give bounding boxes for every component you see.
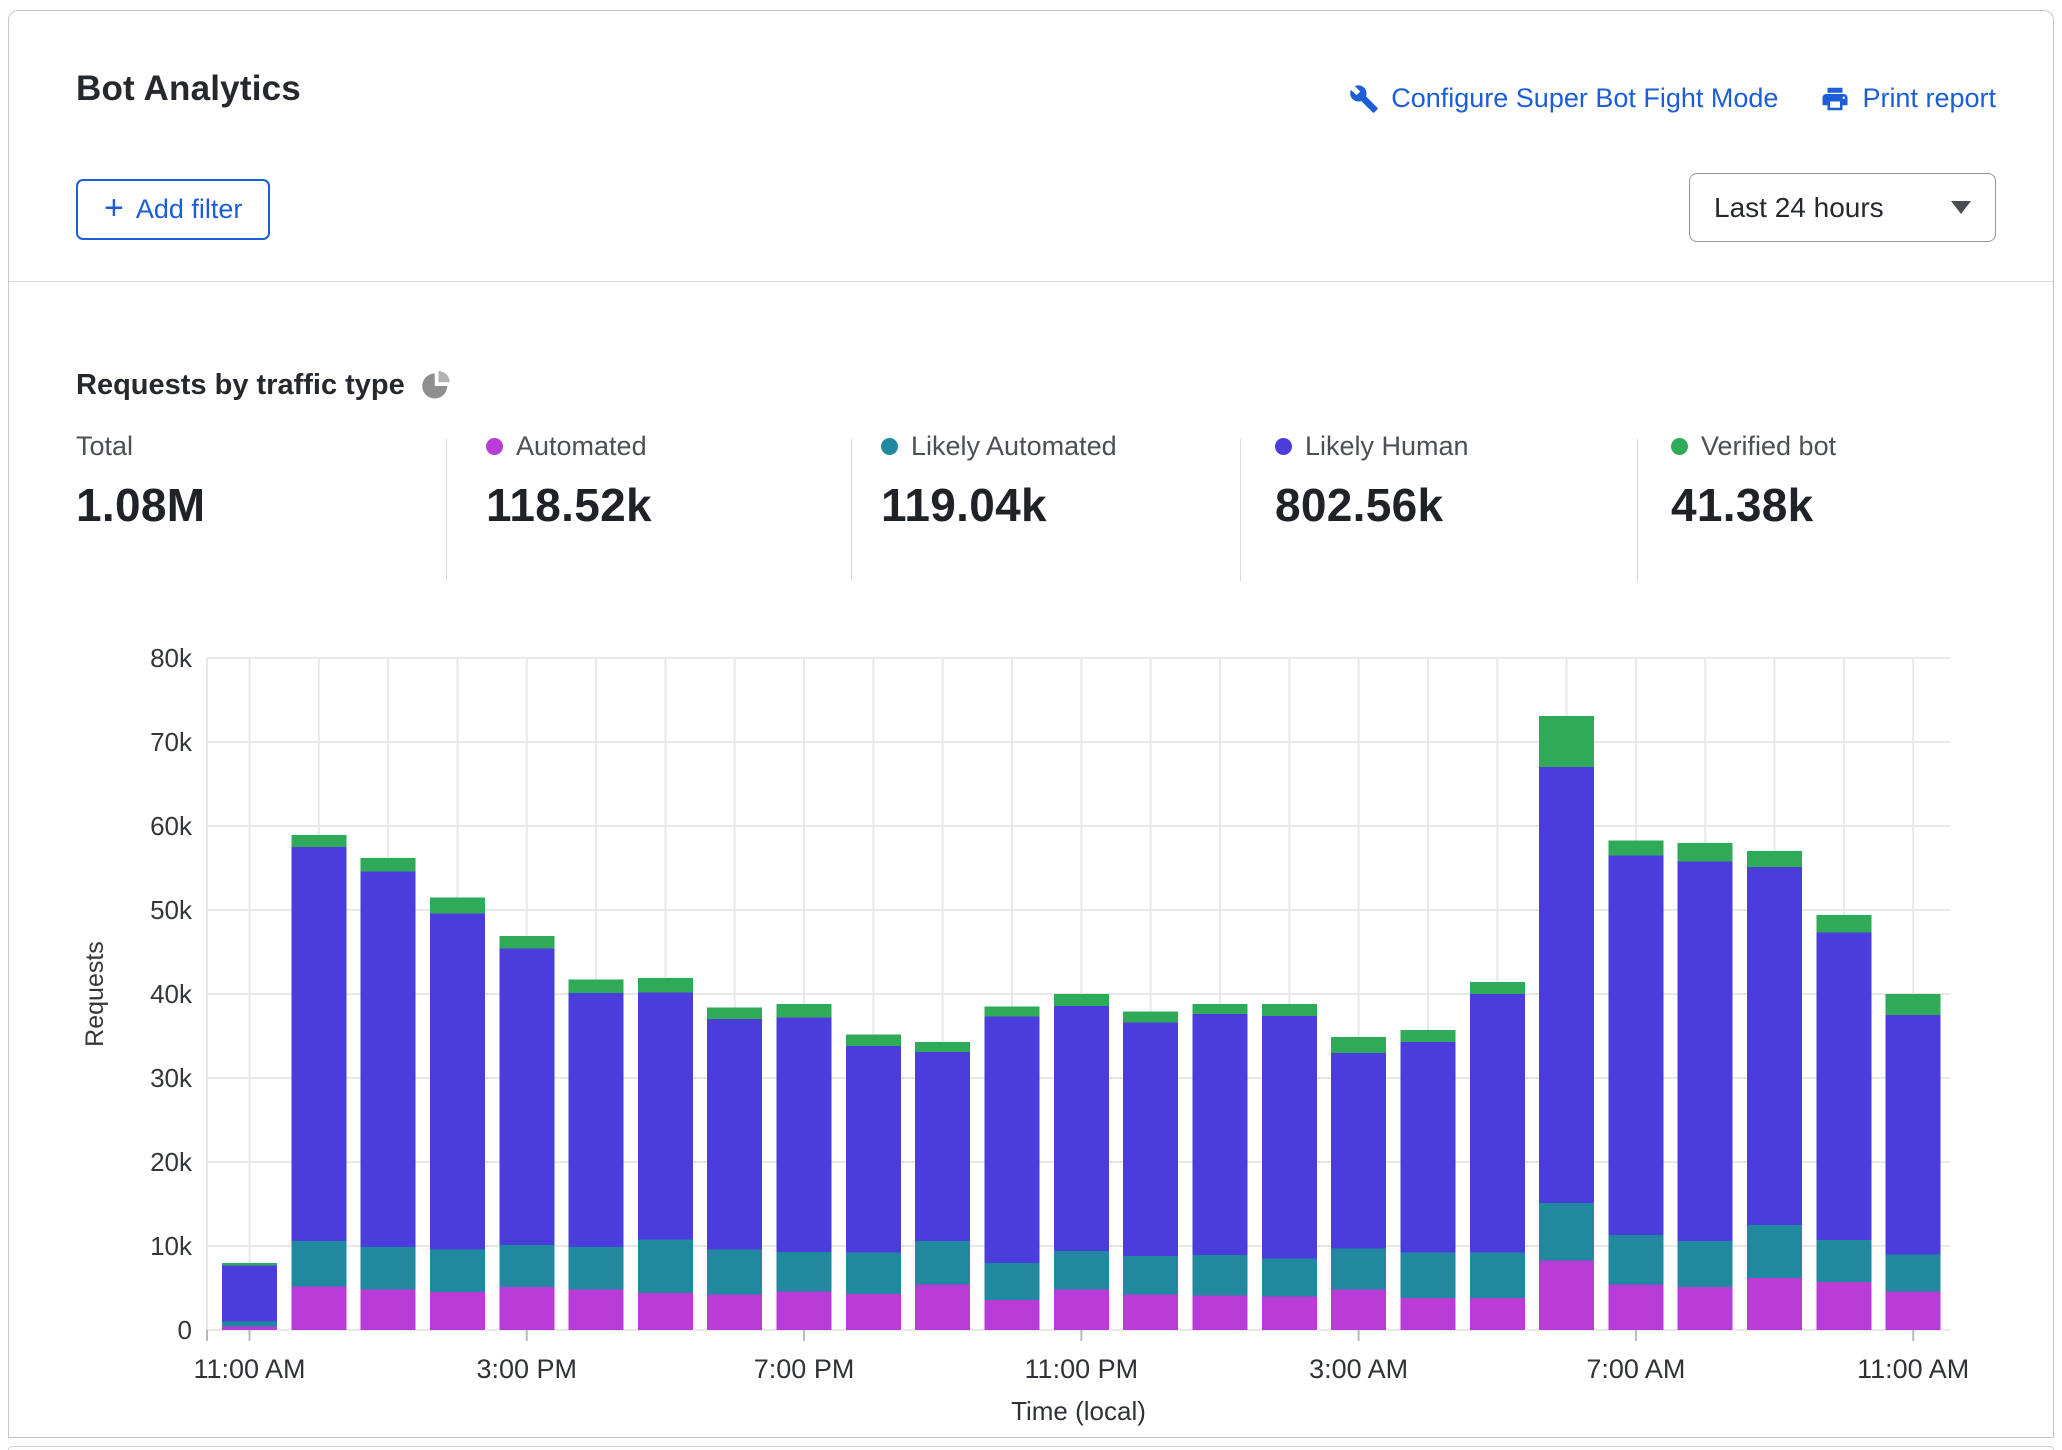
stat-automated-value: 118.52k bbox=[486, 478, 652, 532]
bar-11-00-am bbox=[222, 1263, 277, 1330]
svg-text:Requests: Requests bbox=[81, 941, 109, 1047]
configure-link-label: Configure Super Bot Fight Mode bbox=[1391, 83, 1778, 114]
bar-3-00-pm bbox=[499, 936, 554, 1330]
svg-text:Time (local): Time (local) bbox=[1011, 1396, 1146, 1426]
stat-divider bbox=[1637, 439, 1638, 581]
bar-12-00-pm bbox=[291, 835, 346, 1330]
svg-text:50k: 50k bbox=[150, 895, 193, 925]
verified-bot-dot-icon bbox=[1671, 438, 1688, 455]
add-filter-button[interactable]: + Add filter bbox=[76, 179, 270, 240]
bar-1-00-am bbox=[1192, 1004, 1247, 1330]
bar-8-00-pm bbox=[846, 1034, 901, 1330]
print-report-link[interactable]: Print report bbox=[1820, 83, 1996, 114]
stat-total: Total 1.08M bbox=[76, 431, 205, 532]
stat-automated-label: Automated bbox=[516, 431, 647, 462]
bar-10-00-am bbox=[1816, 915, 1871, 1330]
svg-text:11:00 PM: 11:00 PM bbox=[1025, 1354, 1139, 1384]
bar-6-00-pm bbox=[707, 1007, 762, 1330]
svg-text:3:00 PM: 3:00 PM bbox=[476, 1354, 577, 1384]
stat-divider bbox=[1240, 439, 1241, 581]
bar-2-00-pm bbox=[430, 897, 485, 1330]
stat-likely-human: Likely Human 802.56k bbox=[1275, 431, 1469, 532]
svg-text:70k: 70k bbox=[150, 727, 193, 757]
stat-automated: Automated 118.52k bbox=[486, 431, 652, 532]
bar-10-00-pm bbox=[985, 1007, 1040, 1330]
next-card-top-edge bbox=[8, 1446, 2054, 1450]
bar-3-00-am bbox=[1331, 1037, 1386, 1330]
bar-9-00-pm bbox=[915, 1042, 970, 1330]
printer-icon bbox=[1820, 84, 1850, 114]
requests-chart[interactable]: 0 10k 20k 30k 40k 50k 60k 70k 80k 11:00 AM 3:00 PM… bbox=[0, 600, 2062, 1450]
stat-verified-bot: Verified bot 41.38k bbox=[1671, 431, 1836, 532]
section-heading-label: Requests by traffic type bbox=[76, 369, 405, 402]
stat-likely-human-value: 802.56k bbox=[1275, 478, 1469, 532]
bar-5-00-am bbox=[1470, 982, 1525, 1330]
svg-text:11:00 AM: 11:00 AM bbox=[1857, 1354, 1969, 1384]
stat-likely-automated: Likely Automated 119.04k bbox=[881, 431, 1117, 532]
svg-text:3:00 AM: 3:00 AM bbox=[1309, 1354, 1408, 1384]
bar-11-00-am bbox=[1886, 994, 1941, 1330]
bar-11-00-pm bbox=[1054, 994, 1109, 1330]
svg-text:40k: 40k bbox=[150, 979, 193, 1009]
chevron-down-icon bbox=[1951, 201, 1971, 214]
bar-9-00-am bbox=[1747, 851, 1802, 1330]
configure-super-bot-fight-mode-link[interactable]: Configure Super Bot Fight Mode bbox=[1349, 83, 1778, 114]
traffic-type-stats: Total 1.08M Automated 118.52k Likely Aut… bbox=[9, 431, 2053, 581]
automated-dot-icon bbox=[486, 438, 503, 455]
stat-verified-bot-value: 41.38k bbox=[1671, 478, 1836, 532]
svg-text:7:00 AM: 7:00 AM bbox=[1586, 1354, 1685, 1384]
plus-icon: + bbox=[104, 191, 124, 225]
bar-7-00-pm bbox=[777, 1004, 832, 1330]
add-filter-label: Add filter bbox=[136, 194, 243, 225]
svg-text:10k: 10k bbox=[150, 1231, 193, 1261]
bar-4-00-am bbox=[1400, 1030, 1455, 1330]
section-heading: Requests by traffic type bbox=[76, 369, 451, 402]
stat-total-label: Total bbox=[76, 431, 133, 462]
header-links: Configure Super Bot Fight Mode Print rep… bbox=[1349, 83, 1996, 114]
likely-automated-dot-icon bbox=[881, 438, 898, 455]
bar-12-00-am bbox=[1123, 1012, 1178, 1330]
stat-divider bbox=[446, 439, 447, 581]
bar-1-00-pm bbox=[361, 858, 416, 1330]
bar-5-00-pm bbox=[638, 978, 693, 1330]
wrench-icon bbox=[1349, 84, 1379, 114]
bot-analytics-page: { "header": { "title": "Bot Analytics", … bbox=[0, 0, 2062, 1450]
svg-text:7:00 PM: 7:00 PM bbox=[754, 1354, 855, 1384]
stat-likely-automated-label: Likely Automated bbox=[911, 431, 1117, 462]
svg-text:80k: 80k bbox=[150, 643, 193, 673]
page-title: Bot Analytics bbox=[76, 69, 301, 109]
time-range-select[interactable]: Last 24 hours bbox=[1689, 173, 1996, 242]
card-header: Bot Analytics Configure Super Bot Fight … bbox=[9, 11, 2053, 282]
stat-total-value: 1.08M bbox=[76, 478, 205, 532]
svg-text:11:00 AM: 11:00 AM bbox=[193, 1354, 305, 1384]
bar-8-00-am bbox=[1678, 843, 1733, 1330]
bar-2-00-am bbox=[1262, 1004, 1317, 1330]
bar-4-00-pm bbox=[569, 980, 624, 1330]
print-link-label: Print report bbox=[1862, 83, 1996, 114]
svg-text:0: 0 bbox=[178, 1315, 192, 1345]
svg-text:20k: 20k bbox=[150, 1147, 193, 1177]
stat-divider bbox=[851, 439, 852, 581]
stat-likely-human-label: Likely Human bbox=[1305, 431, 1469, 462]
time-range-value: Last 24 hours bbox=[1714, 192, 1884, 224]
pie-chart-icon bbox=[421, 371, 451, 401]
likely-human-dot-icon bbox=[1275, 438, 1292, 455]
bar-7-00-am bbox=[1608, 840, 1663, 1330]
stat-likely-automated-value: 119.04k bbox=[881, 478, 1117, 532]
svg-text:60k: 60k bbox=[150, 811, 193, 841]
stacked-bar-chart: 0 10k 20k 30k 40k 50k 60k 70k 80k 11:00 AM 3:00 PM… bbox=[0, 600, 2062, 1450]
stat-verified-bot-label: Verified bot bbox=[1701, 431, 1836, 462]
svg-text:30k: 30k bbox=[150, 1063, 193, 1093]
bar-6-00-am bbox=[1539, 716, 1594, 1330]
